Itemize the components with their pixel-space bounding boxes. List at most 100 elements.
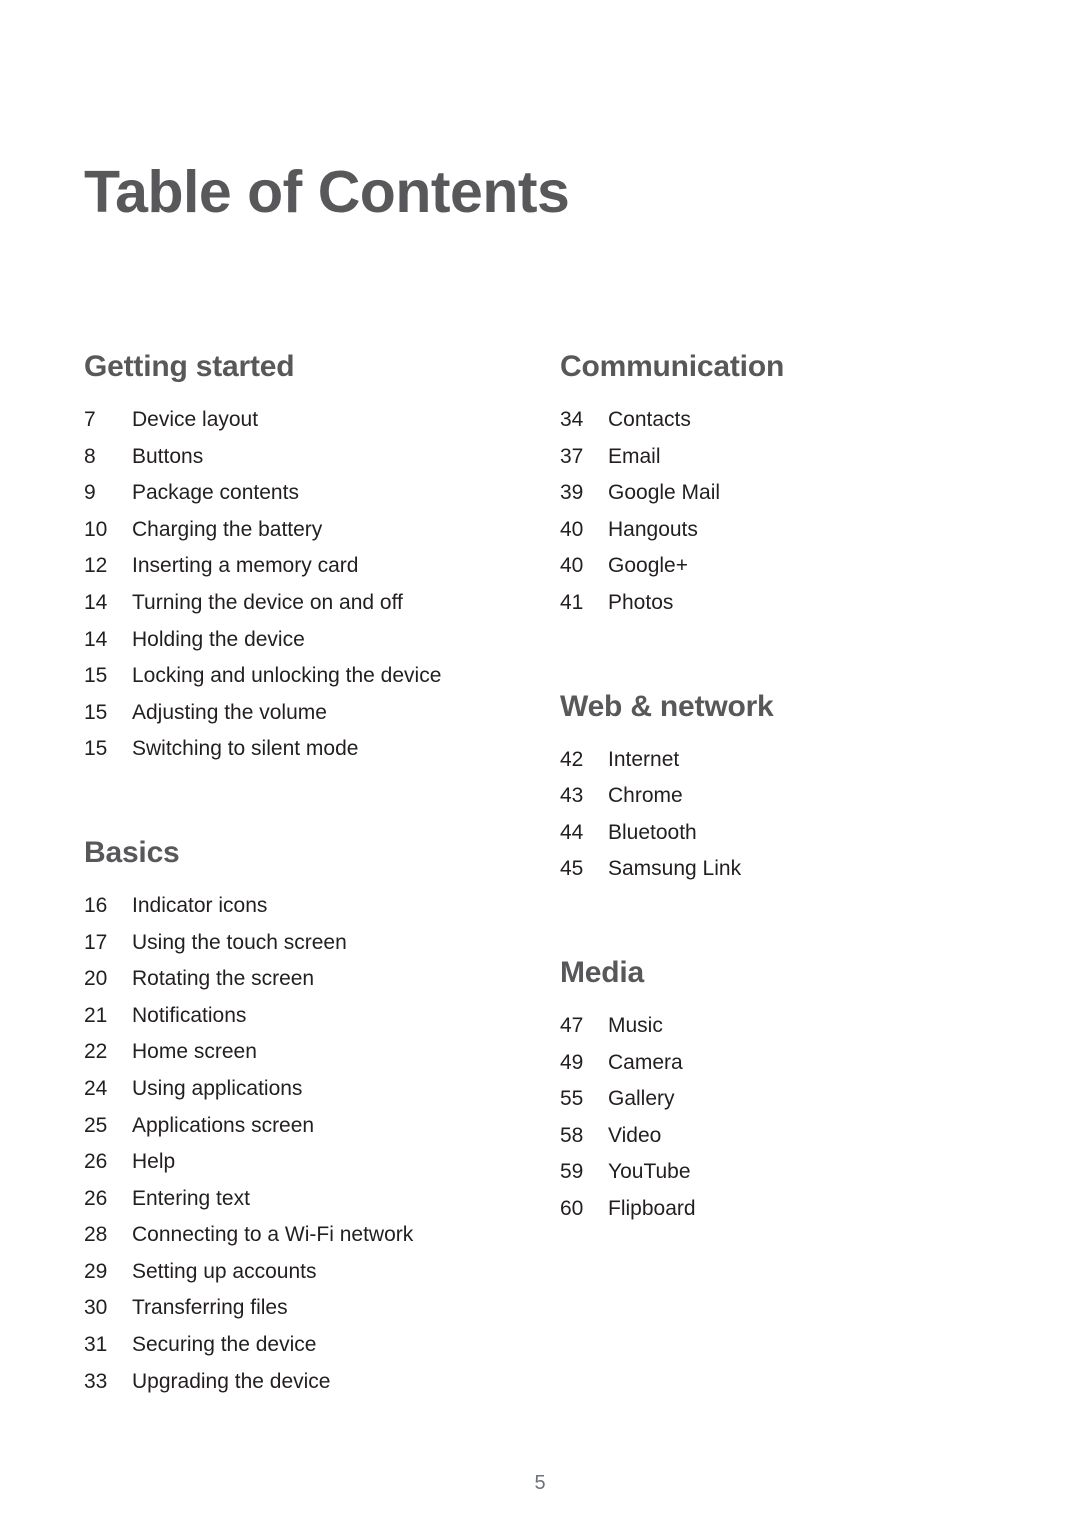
toc-entry[interactable]: 55 Gallery (560, 1081, 960, 1118)
toc-entry[interactable]: 16 Indicator icons (84, 888, 480, 925)
toc-entry[interactable]: 28 Connecting to a Wi-Fi network (84, 1217, 480, 1254)
toc-entry-label: Camera (608, 1050, 683, 1074)
toc-entry-page: 58 (560, 1123, 584, 1147)
toc-entry-label: Adjusting the volume (132, 700, 327, 724)
toc-entry[interactable]: 29 Setting up accounts (84, 1254, 480, 1291)
toc-entry[interactable]: 10 Charging the battery (84, 512, 480, 549)
toc-list: 7 Device layout 8 Buttons 9 Package contents 1… (84, 402, 480, 768)
toc-entry-label: Package contents (132, 481, 299, 505)
toc-entry-label: Buttons (132, 444, 204, 468)
toc-entry[interactable]: 40 Hangouts (560, 512, 960, 549)
toc-section: Basics 16 Indicator icons 17 Using the touch… (84, 835, 480, 1400)
toc-entry[interactable]: 14 Holding the device (84, 622, 480, 659)
toc-section: Communication 34 Contacts 37 Email 39 Google M… (560, 352, 960, 622)
toc-entry-page: 22 (84, 1040, 108, 1064)
toc-entry-label: Chrome (608, 784, 683, 808)
toc-entry[interactable]: 45 Samsung Link (560, 851, 960, 888)
toc-entry-label: Inserting a memory card (132, 554, 359, 578)
toc-entry[interactable]: 26 Entering text (84, 1181, 480, 1218)
toc-entry-label: Using the touch screen (132, 930, 347, 954)
toc-entry-label: Setting up accounts (132, 1259, 317, 1283)
toc-entry[interactable]: 42 Internet (560, 742, 960, 779)
toc-entry[interactable]: 14 Turning the device on and off (84, 585, 480, 622)
toc-entry[interactable]: 58 Video (560, 1118, 960, 1155)
toc-list: 34 Contacts 37 Email 39 Google Mail 40 Hangouts… (560, 402, 960, 622)
toc-entry[interactable]: 37 Email (560, 439, 960, 476)
toc-entry[interactable]: 9 Package contents (84, 475, 480, 512)
toc-entry[interactable]: 33 Upgrading the device (84, 1364, 480, 1401)
toc-entry[interactable]: 24 Using applications (84, 1071, 480, 1108)
toc-entry-label: Upgrading the device (132, 1369, 331, 1393)
toc-entry-page: 49 (560, 1050, 584, 1074)
toc-entry[interactable]: 22 Home screen (84, 1034, 480, 1071)
toc-entry-page: 10 (84, 517, 108, 541)
toc-entry[interactable]: 15 Adjusting the volume (84, 695, 480, 732)
toc-entry[interactable]: 40 Google+ (560, 548, 960, 585)
toc-entry-label: Contacts (608, 408, 691, 431)
toc-entry[interactable]: 8 Buttons (84, 439, 480, 476)
toc-entry-label: Samsung Link (608, 857, 742, 881)
toc-entry-label: Locking and unlocking the device (132, 664, 442, 688)
toc-entry[interactable]: 31 Securing the device (84, 1327, 480, 1364)
toc-entry-page: 40 (560, 517, 584, 541)
toc-entry[interactable]: 20 Rotating the screen (84, 961, 480, 998)
toc-entry-page: 28 (84, 1223, 108, 1247)
toc-entry-page: 12 (84, 554, 108, 578)
toc-entry[interactable]: 17 Using the touch screen (84, 925, 480, 962)
toc-entry-page: 14 (84, 590, 108, 614)
toc-entry[interactable]: 49 Camera (560, 1045, 960, 1082)
toc-entry[interactable]: 41 Photos (560, 585, 960, 622)
toc-section-heading: Basics (84, 835, 180, 869)
toc-entry-label: Help (132, 1150, 176, 1174)
toc-list: 47 Music 49 Camera 55 Gallery 58 Video 59 YouTube… (560, 1008, 960, 1228)
toc-entry-label: Rotating the screen (132, 967, 315, 991)
toc-entry-label: Device layout (132, 408, 259, 431)
toc-entry-label: Switching to silent mode (132, 737, 359, 761)
toc-entry-label: Google Mail (608, 481, 721, 505)
toc-section: Getting started 7 Device layout 8 Buttons 9 Pa… (84, 352, 480, 768)
toc-entry-page: 33 (84, 1369, 108, 1393)
toc-entry-page: 25 (84, 1113, 108, 1137)
toc-column-right: Communication 34 Contacts 37 Email 39 Google M… (480, 352, 960, 1228)
toc-entry-page: 37 (560, 444, 584, 468)
toc-entry[interactable]: 43 Chrome (560, 778, 960, 815)
toc-entry-page: 29 (84, 1259, 108, 1283)
toc-entry-page: 8 (84, 444, 96, 468)
toc-entry[interactable]: 44 Bluetooth (560, 815, 960, 852)
toc-entry-page: 40 (560, 554, 584, 578)
toc-entry-page: 39 (560, 481, 584, 505)
toc-entry-page: 15 (84, 737, 108, 761)
toc-entry[interactable]: 25 Applications screen (84, 1108, 480, 1145)
toc-entry-page: 17 (84, 930, 108, 954)
toc-section-heading: Communication (560, 350, 785, 383)
toc-entry-page: 45 (560, 857, 584, 881)
toc-entry[interactable]: 15 Switching to silent mode (84, 731, 480, 768)
toc-entry[interactable]: 21 Notifications (84, 998, 480, 1035)
toc-entry-label: Connecting to a Wi-Fi network (132, 1223, 414, 1247)
toc-entry-label: Notifications (132, 1003, 247, 1027)
toc-entry[interactable]: 39 Google Mail (560, 475, 960, 512)
toc-entry-label: Indicator icons (132, 893, 268, 917)
toc-entry-page: 26 (84, 1186, 108, 1210)
toc-columns: Getting started 7 Device layout 8 Buttons 9 Pa… (0, 352, 1080, 1400)
toc-entry-page: 9 (84, 481, 96, 505)
toc-entry-page: 43 (560, 784, 584, 808)
toc-column-left: Getting started 7 Device layout 8 Buttons 9 Pa… (0, 352, 480, 1400)
toc-entry[interactable]: 47 Music (560, 1008, 960, 1045)
toc-entry[interactable]: 59 YouTube (560, 1154, 960, 1191)
toc-entry[interactable]: 60 Flipboard (560, 1191, 960, 1228)
toc-entry[interactable]: 12 Inserting a memory card (84, 548, 480, 585)
toc-entry-page: 15 (84, 700, 108, 724)
toc-list: 16 Indicator icons 17 Using the touch scree… (84, 888, 480, 1400)
toc-entry[interactable]: 34 Contacts (560, 402, 960, 439)
toc-entry-label: Using applications (132, 1076, 303, 1100)
toc-section-heading: Media (560, 955, 645, 989)
toc-entry-page: 34 (560, 408, 584, 431)
toc-entry-page: 24 (84, 1076, 108, 1100)
toc-entry[interactable]: 7 Device layout (84, 402, 480, 439)
toc-entry[interactable]: 30 Transferring files (84, 1290, 480, 1327)
toc-entry-page: 26 (84, 1150, 108, 1174)
page-title: Table of Contents (84, 158, 570, 225)
toc-entry[interactable]: 26 Help (84, 1144, 480, 1181)
toc-entry[interactable]: 15 Locking and unlocking the device (84, 658, 480, 695)
